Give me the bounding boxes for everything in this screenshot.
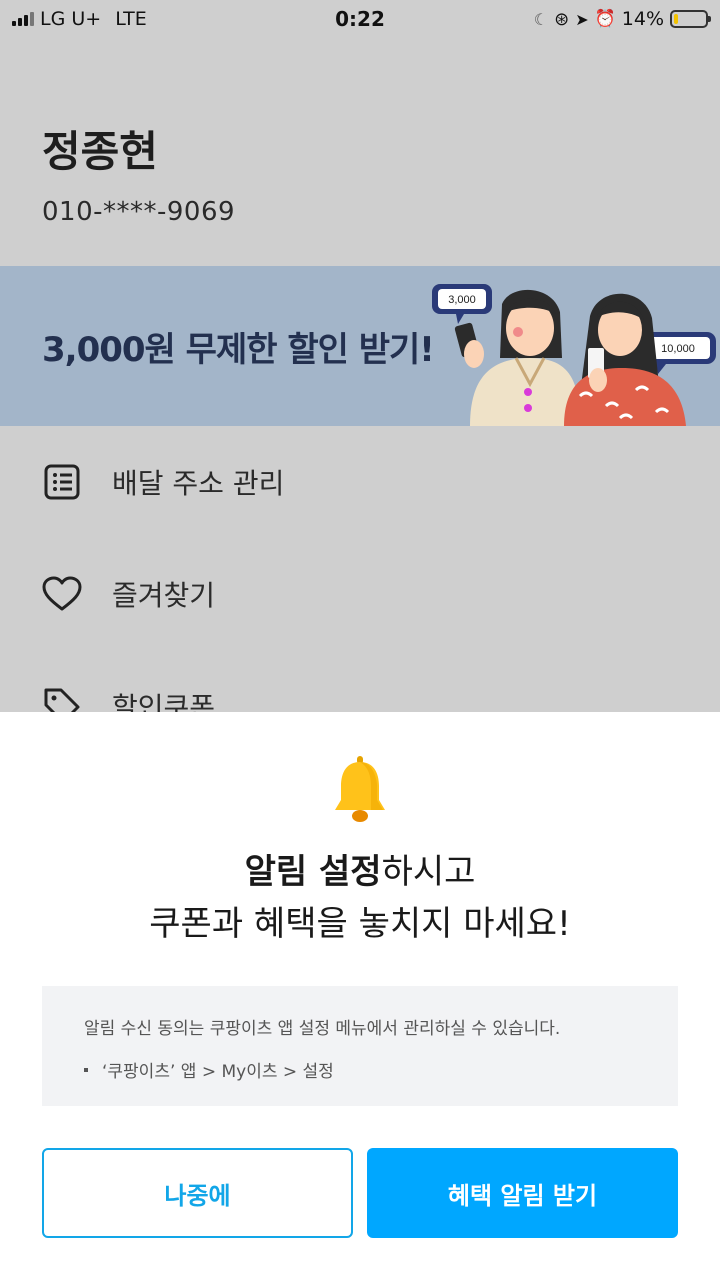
- status-right: ☾ ⊛ ➤ ⏰ 14%: [533, 8, 711, 30]
- bubble-left-label: 3,000: [448, 294, 476, 306]
- bubble-right-label: 10,000: [661, 343, 695, 355]
- menu-item-favorites[interactable]: 즐겨찾기: [0, 538, 720, 650]
- status-left: LG U+ LTE: [12, 8, 147, 30]
- info-box: 알림 수신 동의는 쿠팡이츠 앱 설정 메뉴에서 관리하실 수 있습니다. ‘쿠…: [42, 986, 678, 1106]
- menu-label-address: 배달 주소 관리: [112, 467, 285, 500]
- rotation-lock-icon: ⊛: [554, 8, 570, 30]
- location-icon: ➤: [575, 9, 589, 29]
- moon-icon: ☾: [533, 9, 549, 29]
- network-label: LTE: [115, 8, 147, 30]
- sheet-title-rest: 하시고: [381, 852, 476, 892]
- info-text: 알림 수신 동의는 쿠팡이츠 앱 설정 메뉴에서 관리하실 수 있습니다.: [84, 1019, 561, 1039]
- profile-phone: 010-****-9069: [42, 197, 236, 227]
- info-path: ‘쿠팡이츠’ 앱 > My이츠 > 설정: [84, 1057, 636, 1082]
- bell-icon: [335, 756, 385, 822]
- signal-icon: [12, 12, 34, 26]
- sheet-title: 알림 설정하시고 쿠폰과 혜택을 놓치지 마세요!: [0, 846, 720, 950]
- promo-banner[interactable]: 3,000원 무제한 할인 받기! 3,000 10,000: [0, 266, 720, 426]
- banner-illustration: 3,000 10,000: [432, 284, 716, 426]
- profile-section: 정종현 010-****-9069: [42, 118, 235, 227]
- banner-text: 3,000원 무제한 할인 받기!: [42, 330, 435, 370]
- menu-item-address[interactable]: 배달 주소 관리: [0, 426, 720, 538]
- agree-notifications-button[interactable]: 혜택 알림 받기: [367, 1148, 678, 1238]
- notification-sheet: 알림 설정하시고 쿠폰과 혜택을 놓치지 마세요! 알림 수신 동의는 쿠팡이츠…: [0, 712, 720, 1280]
- heart-icon: [42, 574, 82, 614]
- sheet-title-line2: 쿠폰과 혜택을 놓치지 마세요!: [149, 904, 571, 944]
- bullet-dot: [84, 1067, 88, 1072]
- battery-percent: 14%: [621, 8, 664, 30]
- alarm-icon: ⏰: [594, 9, 616, 29]
- later-button[interactable]: 나중에: [42, 1148, 353, 1238]
- carrier-label: LG U+: [40, 8, 102, 30]
- address-list-icon: [42, 462, 82, 502]
- menu-label-favorites: 즐겨찾기: [112, 579, 216, 612]
- info-path-text: ‘쿠팡이츠’ 앱 > My이츠 > 설정: [102, 1062, 334, 1082]
- sheet-title-bold: 알림 설정: [244, 852, 382, 892]
- battery-icon: [670, 10, 711, 28]
- status-bar: LG U+ LTE 0:22 ☾ ⊛ ➤ ⏰ 14%: [0, 0, 720, 38]
- profile-name: 정종현: [42, 127, 158, 176]
